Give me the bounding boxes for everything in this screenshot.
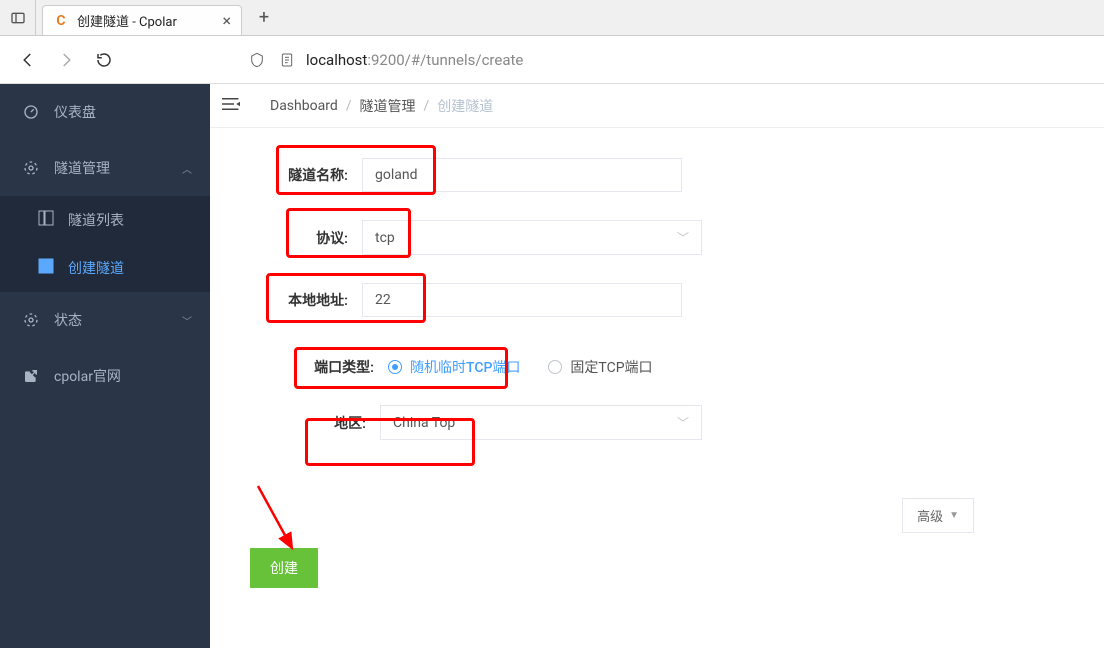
sidebar-item-dashboard[interactable]: 仪表盘 (0, 84, 210, 140)
sidebar-item-status[interactable]: 状态 ﹀ (0, 292, 210, 348)
sidebar-item-label: cpolar官网 (54, 366, 121, 386)
protocol-value: tcp (375, 230, 395, 246)
region-label: 地区: (328, 413, 380, 433)
sidebar-item-tunnel-list[interactable]: 隧道列表 (0, 196, 210, 244)
radio-checked-icon (388, 360, 402, 374)
page-info-icon[interactable] (276, 49, 298, 71)
breadcrumb-root[interactable]: Dashboard (270, 98, 338, 114)
sidebar-item-label: 创建隧道 (68, 258, 124, 278)
gauge-icon (22, 104, 40, 120)
chevron-up-icon: ︿ (182, 161, 192, 176)
sidebar-item-tunnel-create[interactable]: 创建隧道 (0, 244, 210, 292)
advanced-button[interactable]: 高级 ▼ (902, 498, 974, 533)
favicon-icon: C (53, 13, 69, 29)
tunnel-icon (22, 160, 40, 176)
radio-label: 固定TCP端口 (570, 357, 652, 377)
local-addr-label: 本地地址: (282, 290, 362, 310)
external-link-icon (22, 368, 40, 384)
sidebar-item-label: 隧道列表 (68, 210, 124, 230)
region-select[interactable]: China Top ﹀ (380, 405, 702, 440)
sidebar-item-label: 状态 (54, 310, 82, 330)
region-value: China Top (393, 415, 455, 431)
status-icon (22, 312, 40, 328)
sidebar-item-cpolar-site[interactable]: cpolar官网 (0, 348, 210, 404)
sidebar-item-label: 仪表盘 (54, 102, 96, 122)
advanced-button-label: 高级 (917, 506, 943, 525)
browser-tab[interactable]: C 创建隧道 - Cpolar × (42, 5, 242, 35)
forward-button (50, 44, 82, 76)
reload-button[interactable] (88, 44, 120, 76)
close-tab-icon[interactable]: × (222, 11, 231, 30)
port-type-fixed-radio[interactable]: 固定TCP端口 (548, 357, 652, 377)
shield-icon[interactable] (246, 49, 268, 71)
create-button[interactable]: 创建 (250, 548, 318, 588)
chevron-down-icon: ﹀ (677, 414, 689, 431)
list-icon (38, 210, 54, 230)
chevron-down-icon: ﹀ (182, 313, 192, 328)
radio-unchecked-icon (548, 360, 562, 374)
port-type-label: 端口类型: (308, 357, 388, 377)
protocol-select[interactable]: tcp ﹀ (362, 220, 702, 255)
url-bar[interactable]: localhost:9200/#/tunnels/create (306, 51, 523, 69)
sidebar-item-tunnel-mgmt[interactable]: 隧道管理 ︿ (0, 140, 210, 196)
sidebar-item-label: 隧道管理 (54, 158, 110, 178)
chevron-down-icon: ﹀ (677, 229, 689, 246)
tab-title: 创建隧道 - Cpolar (77, 11, 212, 30)
chevron-down-icon: ▼ (949, 510, 959, 521)
tunnel-name-input[interactable] (362, 158, 682, 192)
tunnel-name-label: 隧道名称: (282, 165, 362, 185)
back-button[interactable] (12, 44, 44, 76)
breadcrumb-leaf: 创建隧道 (437, 96, 493, 116)
protocol-label: 协议: (310, 228, 362, 248)
breadcrumb: Dashboard / 隧道管理 / 创建隧道 (210, 84, 1104, 128)
new-tab-button[interactable]: + (250, 4, 278, 32)
menu-toggle-icon[interactable] (222, 97, 246, 115)
local-addr-input[interactable] (362, 283, 682, 317)
breadcrumb-mid[interactable]: 隧道管理 (360, 96, 416, 116)
window-sidebar-icon[interactable] (0, 0, 36, 36)
grid-icon (38, 258, 54, 278)
radio-label: 随机临时TCP端口 (410, 357, 520, 377)
sidebar: 仪表盘 隧道管理 ︿ 隧道列表 创建隧道 状态 ﹀ cpolar官网 (0, 84, 210, 648)
port-type-random-radio[interactable]: 随机临时TCP端口 (388, 357, 520, 377)
